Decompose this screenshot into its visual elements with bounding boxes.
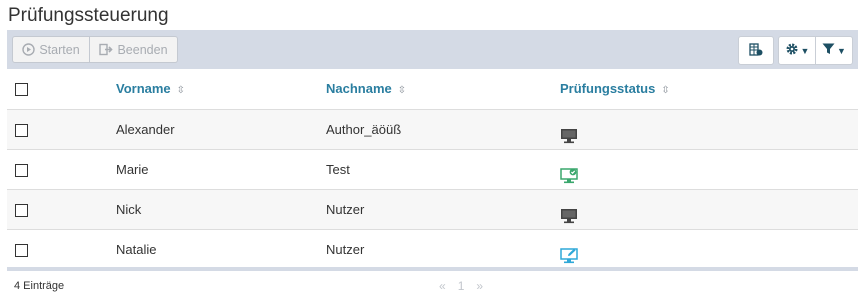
column-header-label: Nachname bbox=[326, 81, 392, 96]
last-name-cell: Nutzer bbox=[326, 202, 365, 217]
table-row[interactable]: Alexander Author_äöüß bbox=[7, 110, 858, 150]
monitor-icon bbox=[560, 200, 578, 224]
table-header: Vorname ⇳ Nachname ⇳ Prüfungsstatus ⇳ bbox=[7, 69, 858, 110]
chevron-down-icon: ▼ bbox=[800, 45, 810, 56]
toolbar: Starten Beenden ▼ ▼ bbox=[7, 30, 858, 69]
row-checkbox[interactable] bbox=[15, 204, 28, 217]
columns-icon bbox=[749, 42, 763, 59]
gear-icon bbox=[785, 42, 799, 59]
row-checkbox[interactable] bbox=[15, 164, 28, 177]
column-header-last-name[interactable]: Nachname ⇳ bbox=[326, 69, 406, 109]
page-title: Prüfungssteuerung bbox=[8, 5, 169, 26]
filter-dropdown-button[interactable]: ▼ bbox=[815, 36, 853, 65]
first-name-cell: Alexander bbox=[116, 122, 175, 137]
table-row[interactable]: Nick Nutzer bbox=[7, 190, 858, 230]
column-toggle-button[interactable] bbox=[738, 36, 774, 65]
row-checkbox[interactable] bbox=[15, 244, 28, 257]
sort-icon: ⇳ bbox=[661, 85, 670, 96]
monitor-edit-icon bbox=[560, 240, 578, 264]
pagination-previous[interactable]: « bbox=[439, 279, 446, 293]
monitor-check-icon bbox=[560, 160, 578, 184]
pagination-page-1[interactable]: 1 bbox=[458, 279, 465, 293]
entry-count: 4 Einträge bbox=[14, 280, 65, 292]
play-circle-icon bbox=[22, 43, 36, 56]
column-header-label: Vorname bbox=[116, 81, 171, 96]
pagination: « 1 » bbox=[439, 279, 483, 293]
last-name-cell: Author_äöüß bbox=[326, 122, 402, 137]
table-row[interactable]: Marie Test bbox=[7, 150, 858, 190]
end-button[interactable]: Beenden bbox=[90, 36, 178, 63]
participants-table: Vorname ⇳ Nachname ⇳ Prüfungsstatus ⇳ Alexa… bbox=[7, 69, 858, 270]
settings-dropdown-button[interactable]: ▼ bbox=[778, 36, 816, 65]
filter-icon bbox=[822, 43, 835, 58]
last-name-cell: Test bbox=[326, 162, 350, 177]
chevron-down-icon: ▼ bbox=[837, 45, 846, 56]
sort-icon: ⇳ bbox=[397, 85, 407, 96]
pagination-next[interactable]: » bbox=[476, 279, 483, 293]
first-name-cell: Nick bbox=[116, 202, 142, 217]
sort-icon: ⇳ bbox=[176, 85, 186, 96]
sign-out-icon bbox=[99, 43, 114, 56]
end-button-label: Beenden bbox=[117, 42, 168, 57]
first-name-cell: Marie bbox=[116, 162, 149, 177]
select-all-checkbox[interactable] bbox=[15, 83, 28, 96]
table-bottom-bar bbox=[7, 267, 858, 271]
column-header-label: Prüfungsstatus bbox=[560, 81, 656, 96]
action-button-group: Starten Beenden bbox=[12, 36, 178, 63]
table-row[interactable]: Natalie Nutzer bbox=[7, 230, 858, 270]
start-button-label: Starten bbox=[39, 42, 80, 57]
column-header-first-name[interactable]: Vorname ⇳ bbox=[116, 69, 185, 109]
start-button[interactable]: Starten bbox=[12, 36, 90, 63]
monitor-icon bbox=[560, 120, 578, 144]
last-name-cell: Nutzer bbox=[326, 242, 365, 257]
row-checkbox[interactable] bbox=[15, 124, 28, 137]
first-name-cell: Natalie bbox=[116, 242, 157, 257]
column-header-exam-status[interactable]: Prüfungsstatus ⇳ bbox=[560, 69, 670, 109]
table-body: Alexander Author_äöüß Marie Test Nick Nu… bbox=[7, 110, 858, 270]
